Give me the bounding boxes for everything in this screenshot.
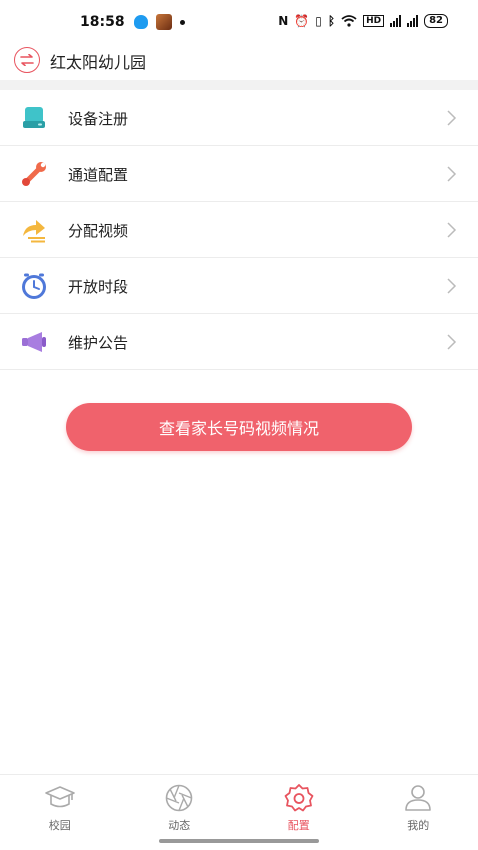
menu-item-label: 分配视频	[68, 222, 129, 240]
status-notifications	[134, 14, 185, 30]
bottom-tab-bar: 校园 动态 配置 我的	[0, 774, 478, 836]
tab-feed[interactable]: 动态	[120, 775, 240, 836]
status-time: 18:58	[80, 14, 125, 30]
section-divider	[0, 80, 478, 90]
menu-item-label: 维护公告	[68, 334, 129, 352]
battery-icon: 82	[424, 14, 448, 28]
menu-item-label: 设备注册	[68, 110, 129, 128]
alarm-icon: ⏰	[294, 14, 310, 28]
config-menu: 设备注册 通道配置 分配视频 开放时段 维护公告	[0, 90, 478, 370]
tab-label: 配置	[287, 819, 310, 832]
chevron-right-icon	[447, 166, 457, 182]
switch-school-icon[interactable]	[14, 47, 40, 73]
vibrate-icon: ▯	[315, 14, 322, 28]
qq-notification-icon	[134, 15, 148, 29]
menu-item-label: 开放时段	[68, 278, 129, 296]
nfc-icon: N	[278, 14, 289, 28]
chevron-right-icon	[447, 222, 457, 238]
tab-me[interactable]: 我的	[359, 775, 478, 836]
tab-label: 动态	[168, 819, 191, 832]
view-parent-video-status-button[interactable]: 查看家长号码视频情况	[66, 403, 412, 451]
bluetooth-icon: ᛒ	[327, 14, 336, 28]
school-name[interactable]: 红太阳幼儿园	[50, 49, 146, 73]
wifi-icon	[341, 15, 357, 27]
graduation-cap-icon	[44, 786, 75, 808]
menu-item-device-register[interactable]: 设备注册	[0, 90, 478, 146]
megaphone-icon	[22, 332, 46, 352]
tab-config[interactable]: 配置	[239, 775, 359, 836]
device-register-icon	[23, 107, 45, 128]
menu-item-maintenance-notice[interactable]: 维护公告	[0, 314, 478, 370]
chevron-right-icon	[447, 110, 457, 126]
tab-label: 我的	[407, 819, 430, 832]
menu-item-open-hours[interactable]: 开放时段	[0, 258, 478, 314]
chevron-right-icon	[447, 278, 457, 294]
person-icon	[405, 785, 432, 811]
status-bar: 18:58 N ⏰ ▯ ᛒ HD 82	[0, 0, 478, 44]
app-header: 红太阳幼儿园	[0, 44, 478, 80]
share-icon	[23, 220, 45, 243]
hd-icon: HD	[363, 15, 385, 27]
aperture-icon	[165, 784, 193, 812]
gear-icon	[284, 784, 314, 812]
status-indicators: N ⏰ ▯ ᛒ HD 82	[278, 14, 448, 28]
menu-item-channel-config[interactable]: 通道配置	[0, 146, 478, 202]
game-notification-icon	[156, 14, 172, 30]
more-notifications-dot-icon	[180, 19, 185, 25]
chevron-right-icon	[447, 334, 457, 350]
signal-1-icon	[390, 15, 402, 27]
menu-item-assign-video[interactable]: 分配视频	[0, 202, 478, 258]
signal-2-icon	[407, 15, 419, 27]
tab-campus[interactable]: 校园	[0, 775, 120, 836]
menu-item-label: 通道配置	[68, 166, 129, 184]
clock-icon	[22, 273, 46, 299]
wrench-icon	[22, 162, 46, 186]
tab-label: 校园	[48, 819, 71, 832]
home-indicator[interactable]	[159, 839, 319, 843]
